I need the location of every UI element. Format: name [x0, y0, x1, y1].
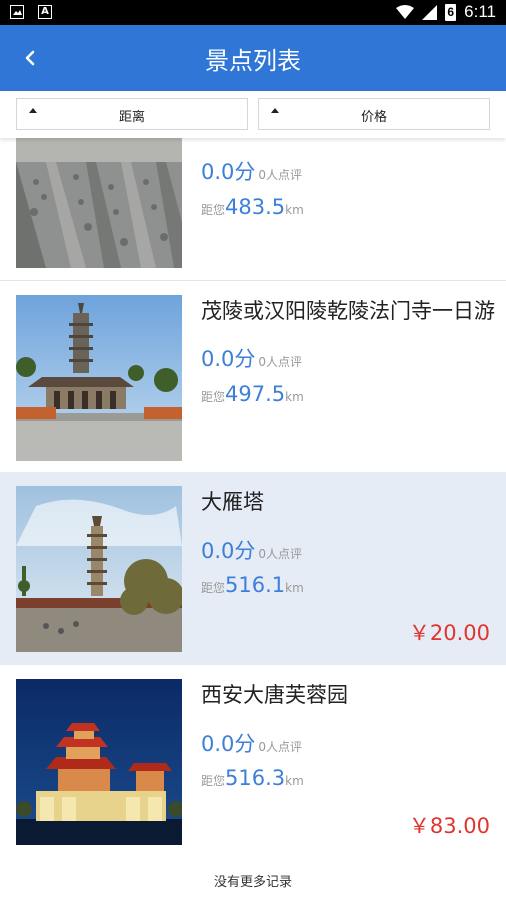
attraction-name: 茂陵或汉阳陵乾陵法门寺一日游	[201, 299, 495, 323]
sort-price-button[interactable]: 价格	[258, 98, 490, 130]
clock: 6:11	[464, 2, 496, 21]
image-notification-icon	[10, 5, 24, 19]
battery-level: 6	[447, 4, 455, 19]
price: ￥83.00	[408, 814, 490, 838]
score-value: 0.0分	[201, 160, 256, 184]
list-item[interactable]: 0.0分 0人点评 距您483.5km	[0, 138, 506, 280]
notification-icons: A	[10, 5, 52, 19]
rating-score: 0.0分 0人点评	[201, 728, 302, 758]
attraction-name: 西安大唐芙蓉园	[201, 683, 348, 707]
sort-price-label: 价格	[360, 110, 387, 125]
battery-icon: 6	[445, 3, 457, 21]
attraction-name: 大雁塔	[201, 490, 264, 514]
price: ￥20.00	[408, 621, 490, 645]
rating-score: 0.0分 0人点评	[201, 535, 302, 565]
distance: 距您516.3km	[201, 766, 304, 790]
score-value: 0.0分	[201, 732, 256, 756]
rating-score: 0.0分 0人点评	[201, 343, 302, 373]
distance-unit: km	[285, 774, 304, 788]
sort-bar: 距离 价格	[0, 91, 506, 138]
famen-temple-pagoda-photo	[16, 295, 182, 461]
no-more-records: 没有更多记录	[213, 875, 292, 890]
distance-prefix: 距您	[201, 581, 226, 595]
distance-value: 497.5	[225, 382, 286, 406]
review-count: 0人点评	[258, 547, 303, 561]
review-count: 0人点评	[258, 168, 303, 182]
status-bar: A 6 6:11	[0, 0, 506, 25]
distance-value: 516.1	[225, 573, 286, 597]
distance-unit: km	[285, 203, 304, 217]
distance: 距您483.5km	[201, 195, 304, 219]
distance-prefix: 距您	[201, 203, 226, 217]
list-item[interactable]: 茂陵或汉阳陵乾陵法门寺一日游 0.0分 0人点评 距您497.5km	[0, 281, 506, 472]
distance-unit: km	[285, 390, 304, 404]
distance: 距您516.1km	[201, 573, 304, 597]
sort-distance-button[interactable]: 距离	[16, 98, 248, 130]
app-bar: 景点列表	[0, 25, 506, 91]
system-status: 6 6:11	[396, 2, 496, 22]
review-count: 0人点评	[258, 740, 303, 754]
distance-prefix: 距您	[201, 390, 226, 404]
signal-icon	[422, 4, 438, 20]
list-item[interactable]: 大雁塔 0.0分 0人点评 距您516.1km ￥20.00	[0, 472, 506, 665]
tang-paradise-night-photo	[16, 679, 182, 845]
terracotta-army-photo	[16, 138, 182, 268]
sort-distance-label: 距离	[118, 110, 145, 125]
distance-value: 516.3	[225, 766, 286, 790]
rating-score: 0.0分 0人点评	[201, 156, 302, 186]
distance: 距您497.5km	[201, 382, 304, 406]
distance-unit: km	[285, 581, 304, 595]
text-notification-icon: A	[38, 5, 52, 19]
list-item[interactable]: 西安大唐芙蓉园 0.0分 0人点评 距您516.3km ￥83.00	[0, 665, 506, 858]
score-value: 0.0分	[201, 347, 256, 371]
big-wild-goose-pagoda-photo	[16, 486, 182, 652]
review-count: 0人点评	[258, 355, 303, 369]
page-title: 景点列表	[205, 47, 301, 75]
wifi-icon	[396, 5, 415, 19]
distance-value: 483.5	[225, 195, 286, 219]
distance-prefix: 距您	[201, 774, 226, 788]
score-value: 0.0分	[201, 539, 256, 563]
